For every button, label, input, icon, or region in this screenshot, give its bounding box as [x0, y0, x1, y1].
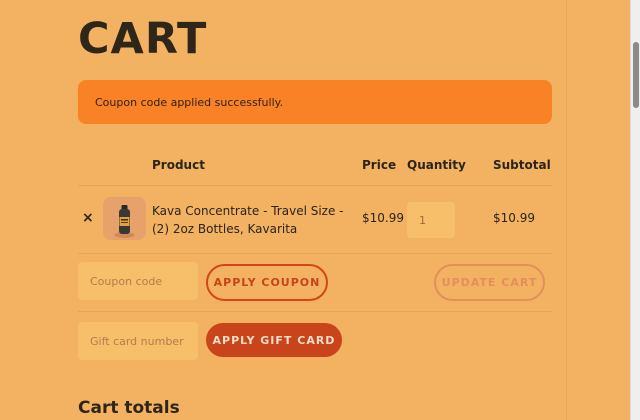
update-cart-button[interactable]: UPDATE CART [434, 264, 545, 301]
remove-item-icon[interactable]: × [82, 210, 94, 226]
quantity-input[interactable] [407, 202, 455, 238]
page-title: CART [78, 14, 208, 64]
notice-text: Coupon code applied successfully. [95, 95, 284, 109]
header-product: Product [152, 158, 205, 172]
coupon-code-input[interactable] [78, 262, 198, 300]
item-subtotal: $10.99 [493, 211, 535, 225]
apply-coupon-button[interactable]: APPLY COUPON [206, 264, 328, 301]
item-price: $10.99 [362, 211, 404, 225]
scrollbar-thumb[interactable] [633, 42, 639, 108]
content-divider [566, 0, 567, 420]
product-thumbnail[interactable] [103, 197, 146, 240]
product-name-link[interactable]: Kava Concentrate - Travel Size - (2) 2oz… [152, 202, 356, 238]
cart-table-header: Product Price Quantity Subtotal [78, 150, 552, 186]
header-price: Price [362, 158, 397, 172]
cart-item-row: × Kava Concentrate - Travel Size - (2) 2… [78, 186, 552, 254]
apply-gift-card-button[interactable]: APPLY GIFT CARD [206, 323, 342, 357]
page-scrollbar[interactable] [630, 0, 640, 420]
coupon-applied-notice: Coupon code applied successfully. [78, 80, 552, 124]
coupon-actions-row: APPLY COUPON UPDATE CART [78, 254, 552, 312]
product-bottle-icon [103, 197, 146, 240]
header-subtotal: Subtotal [493, 158, 551, 172]
header-quantity: Quantity [407, 158, 466, 172]
gift-card-input[interactable] [78, 322, 198, 360]
cart-totals-heading: Cart totals [78, 398, 180, 418]
gift-card-row: APPLY GIFT CARD [78, 312, 552, 368]
